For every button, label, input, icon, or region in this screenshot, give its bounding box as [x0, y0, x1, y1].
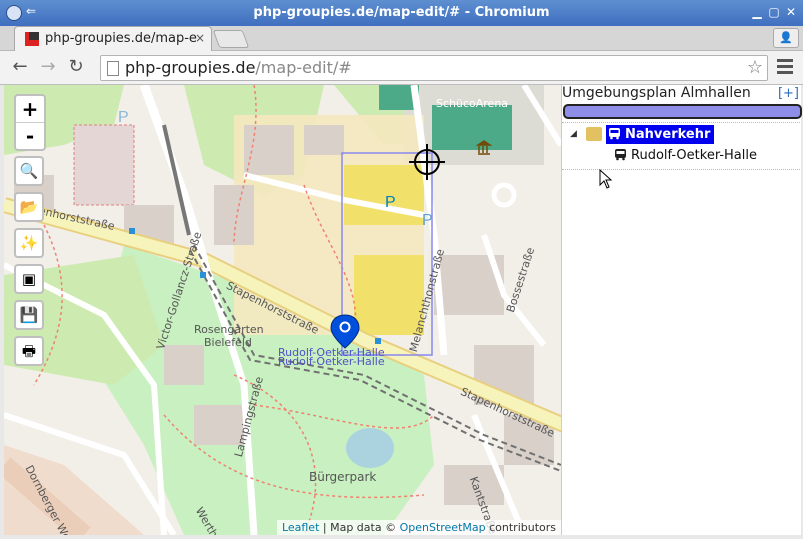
- mouse-cursor-icon: [599, 169, 613, 189]
- browser-menu-icon[interactable]: [777, 59, 793, 77]
- folder-icon: [586, 127, 602, 141]
- zoom-control: + -: [14, 94, 46, 151]
- save-button[interactable]: 💾: [14, 300, 44, 330]
- map-label: Rosengarten: [194, 323, 264, 336]
- page-icon: [107, 61, 119, 76]
- frame-button[interactable]: ▣: [14, 264, 44, 294]
- magic-wand-icon: ✨: [19, 234, 39, 252]
- layer-panel: Umgebungsplan Almhallen [+] ◢ Nahverkehr…: [561, 85, 802, 535]
- expand-arrow-icon[interactable]: ◢: [570, 129, 577, 139]
- tab-strip: php-groupies.de/map-e × 👤: [0, 26, 803, 51]
- print-icon: 🖶: [21, 342, 37, 360]
- minimize-icon[interactable]: ▁: [751, 6, 763, 18]
- osm-link[interactable]: OpenStreetMap: [400, 521, 486, 534]
- add-button[interactable]: [+]: [778, 86, 799, 101]
- browser-toolbar: ← → ↻ php-groupies.de/map-edit/# ☆: [0, 51, 803, 85]
- frame-icon: ▣: [21, 270, 37, 288]
- search-icon: 🔍: [19, 162, 39, 180]
- reload-icon[interactable]: ↻: [66, 57, 86, 77]
- panel-title: Umgebungsplan Almhallen: [562, 85, 751, 101]
- forward-icon[interactable]: →: [38, 57, 58, 77]
- magic-button[interactable]: ✨: [14, 228, 44, 258]
- address-bar[interactable]: php-groupies.de/map-edit/# ☆: [100, 55, 768, 81]
- window-title: php-groupies.de/map-edit/# - Chromium: [253, 5, 550, 20]
- leaflet-link[interactable]: Leaflet: [282, 521, 319, 534]
- profile-icon[interactable]: 👤: [773, 28, 799, 48]
- save-icon: 💾: [19, 306, 39, 324]
- progress-bar: [563, 104, 802, 119]
- map-label: Bürgerpark: [309, 470, 377, 484]
- print-button[interactable]: 🖶: [14, 336, 44, 366]
- new-tab-button[interactable]: [212, 30, 250, 48]
- svg-text:P: P: [422, 212, 433, 229]
- svg-text:P: P: [118, 109, 129, 126]
- tree-node-group[interactable]: Nahverkehr: [606, 125, 715, 144]
- map-label: Bielefeld: [204, 336, 252, 349]
- back-icon[interactable]: ←: [10, 57, 30, 77]
- layer-tree: ◢ Nahverkehr Rudolf-Oetker-Halle: [562, 122, 800, 170]
- zoom-out-button[interactable]: -: [16, 122, 44, 149]
- map-view[interactable]: P P P Rosengarten Bielefeld Stapenhorsts…: [4, 85, 561, 535]
- tree-node-item[interactable]: Rudolf-Oetker-Halle: [614, 147, 757, 165]
- marker-label: Rudolf-Oetker-Halle: [278, 355, 385, 368]
- bus-icon: [615, 149, 626, 161]
- folder-open-icon: 📂: [19, 198, 39, 216]
- bus-icon: [609, 128, 620, 140]
- svg-text:P: P: [385, 194, 396, 211]
- close-icon[interactable]: ✕: [785, 6, 797, 18]
- map-label: SchücoArena: [436, 97, 509, 110]
- bookmark-star-icon[interactable]: ☆: [747, 57, 763, 78]
- map-attribution: Leaflet | Map data © OpenStreetMap contr…: [276, 520, 561, 535]
- window-titlebar: ⇐ php-groupies.de/map-edit/# - Chromium …: [0, 0, 803, 26]
- tab-close-icon[interactable]: ×: [195, 31, 205, 45]
- maximize-icon[interactable]: ▢: [768, 6, 780, 18]
- browser-tab[interactable]: php-groupies.de/map-e ×: [14, 26, 212, 51]
- search-button[interactable]: 🔍: [14, 156, 44, 186]
- open-button[interactable]: 📂: [14, 192, 44, 222]
- favicon-icon: [25, 32, 39, 46]
- zoom-in-button[interactable]: +: [16, 96, 44, 122]
- tab-label: php-groupies.de/map-e: [45, 31, 197, 46]
- url-text[interactable]: php-groupies.de/map-edit/#: [125, 58, 352, 77]
